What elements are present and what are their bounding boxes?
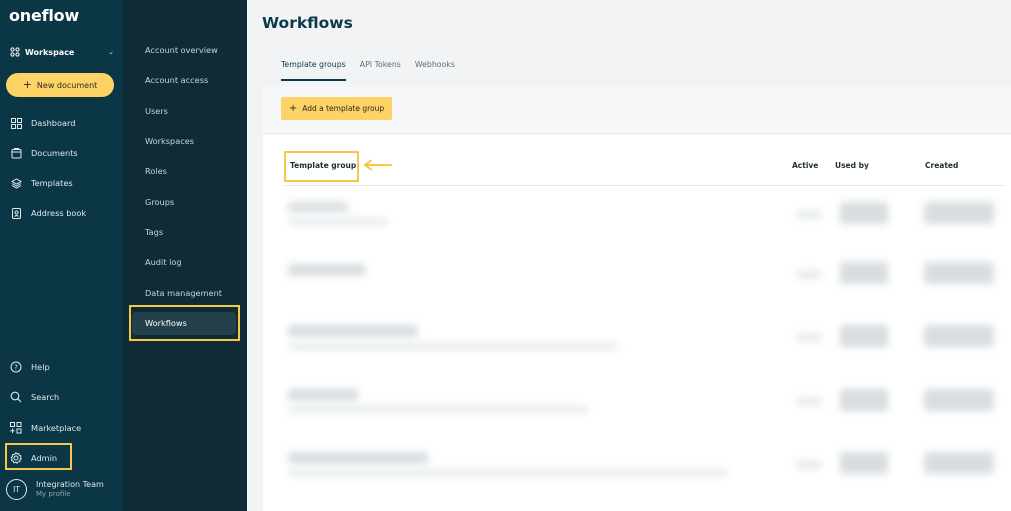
admin-menu-item-account-access[interactable]: Account access (145, 75, 208, 85)
tab-api-tokens[interactable]: API Tokens (360, 60, 401, 81)
template-groups-panel: + Add a template group Template group Ac… (263, 87, 1011, 511)
admin-menu: Account overview Account access Users Wo… (123, 0, 247, 511)
tab-webhooks[interactable]: Webhooks (415, 60, 455, 81)
dashboard-icon (10, 117, 22, 129)
help-icon: ? (10, 361, 22, 373)
table-row[interactable] (284, 192, 1006, 244)
sidebar-item-documents[interactable]: Documents (10, 145, 78, 161)
avatar: IT (6, 479, 27, 500)
plus-icon: + (22, 78, 32, 91)
marketplace-icon (10, 422, 22, 434)
sidebar-item-dashboard[interactable]: Dashboard (10, 115, 75, 131)
svg-text:?: ? (14, 364, 18, 372)
admin-menu-item-groups[interactable]: Groups (145, 197, 174, 207)
workspace-icon (10, 47, 20, 57)
admin-highlight-box (5, 443, 72, 470)
header-divider (284, 185, 1006, 186)
search-icon (10, 391, 22, 403)
table-row[interactable] (284, 315, 1006, 367)
column-header-active[interactable]: Active (792, 161, 818, 170)
table-row[interactable] (284, 379, 1006, 431)
column-header-created[interactable]: Created (925, 161, 958, 170)
documents-icon (10, 147, 22, 159)
chevron-down-icon: ⌄ (108, 48, 114, 56)
toolbar: + Add a template group (263, 87, 1011, 134)
arrow-left-icon (364, 159, 392, 171)
sidebar-item-label: Dashboard (31, 118, 76, 128)
add-template-group-button[interactable]: + Add a template group (281, 97, 392, 120)
template-group-highlight-box (284, 151, 359, 182)
sidebar-item-label: Templates (31, 178, 73, 188)
oneflow-logo[interactable]: oneflow (9, 6, 79, 25)
sidebar-item-label: Help (31, 362, 50, 372)
table-row[interactable] (284, 442, 1006, 494)
sidebar-item-help[interactable]: ? Help (10, 359, 50, 375)
sidebar-item-label: Address book (31, 208, 87, 218)
page-title: Workflows (262, 14, 353, 32)
plus-icon: + (288, 103, 298, 114)
profile-subtitle: My profile (36, 490, 71, 498)
add-template-group-label: Add a template group (302, 104, 385, 113)
admin-menu-item-workspaces[interactable]: Workspaces (145, 136, 194, 146)
main-content: Workflows Template groups API Tokens Web… (247, 0, 1011, 511)
profile-menu[interactable]: IT Integration Team My profile (6, 479, 104, 500)
profile-name: Integration Team (36, 480, 104, 489)
admin-menu-item-roles[interactable]: Roles (145, 166, 167, 176)
profile-text: Integration Team My profile (36, 480, 104, 499)
main-sidebar: oneflow Workspace ⌄ + New document Dashb… (0, 0, 123, 511)
workspace-selector[interactable]: Workspace ⌄ (10, 45, 114, 59)
sidebar-item-search[interactable]: Search (10, 389, 59, 405)
sidebar-item-templates[interactable]: Templates (10, 175, 73, 191)
admin-menu-item-users[interactable]: Users (145, 106, 168, 116)
admin-menu-item-account-overview[interactable]: Account overview (145, 45, 218, 55)
sidebar-item-label: Search (31, 392, 60, 402)
admin-menu-item-audit-log[interactable]: Audit log (145, 257, 182, 267)
admin-menu-item-data-management[interactable]: Data management (145, 288, 222, 298)
admin-menu-item-tags[interactable]: Tags (145, 227, 163, 237)
templates-icon (10, 177, 22, 189)
sidebar-item-label: Marketplace (31, 423, 82, 433)
tab-bar: Template groups API Tokens Webhooks (281, 60, 455, 81)
new-document-label: New document (36, 80, 98, 90)
workflows-highlight-box (129, 305, 240, 341)
column-header-used-by[interactable]: Used by (835, 161, 869, 170)
table-row[interactable] (284, 252, 1006, 304)
workspace-label: Workspace (25, 47, 75, 57)
sidebar-item-label: Documents (31, 148, 78, 158)
tab-template-groups[interactable]: Template groups (281, 60, 346, 81)
new-document-button[interactable]: + New document (6, 73, 114, 97)
sidebar-item-marketplace[interactable]: Marketplace (10, 420, 81, 436)
address-book-icon (10, 207, 22, 219)
sidebar-item-address-book[interactable]: Address book (10, 205, 86, 221)
